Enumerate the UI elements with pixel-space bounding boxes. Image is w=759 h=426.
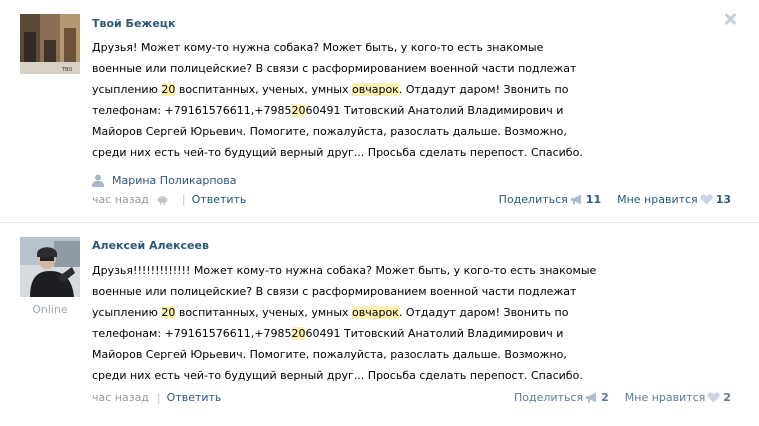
- svg-text:TBO: TBO: [61, 67, 72, 73]
- author-name[interactable]: Твой Бежецк: [92, 17, 175, 30]
- share-button[interactable]: Поделиться 11: [499, 193, 601, 206]
- share-label: Поделиться: [498, 192, 568, 206]
- post-text-line: телефонам: +79161576611,+79852060491 Тит…: [92, 323, 612, 344]
- search-highlight: 20: [291, 327, 306, 340]
- post-text: Друзья!!!!!!!!!!!!! Может кому-то нужна …: [92, 260, 612, 386]
- heart-icon: [707, 392, 720, 402]
- post-text-line: Друзья!!!!!!!!!!!!! Может кому-то нужна …: [92, 264, 597, 277]
- post-meta: час назад | Ответить: [92, 390, 221, 404]
- search-highlight: 20: [161, 306, 176, 319]
- online-status: Online: [32, 303, 68, 316]
- post-text-line: телефонам: +79161576611,+79852060491 Тит…: [92, 100, 612, 121]
- post-text-line: усыплению 20 воспитанных, ученых, умных …: [92, 79, 612, 100]
- avatar[interactable]: [20, 237, 80, 297]
- post-time[interactable]: час назад: [92, 193, 149, 206]
- post-time[interactable]: час назад: [92, 391, 149, 404]
- separator: |: [181, 192, 186, 206]
- post-text-line: Друзья! Может кому-то нужна собака? Може…: [92, 41, 544, 54]
- signer-link[interactable]: Марина Поликарпова: [112, 174, 237, 187]
- share-count: 11: [585, 192, 602, 206]
- post-actions: Поделиться 11 Мне нравится 13: [499, 192, 731, 206]
- text-segment: . Отдадут даром! Звонить по: [398, 306, 569, 319]
- text-segment: усыплению: [92, 83, 162, 96]
- post-text-line: среди них есть чей-то будущий верный дру…: [92, 369, 583, 382]
- post-text-line: военные или полицейские? В связи с расфо…: [92, 285, 577, 298]
- like-label: Мне нравится: [624, 390, 706, 404]
- heart-icon: [700, 194, 713, 204]
- post-text-line: Майоров Сергей Юрьевич. Помогите, пожалу…: [92, 125, 567, 138]
- post-2: Online Алексей Алексеев Друзья!!!!!!!!!!…: [0, 222, 759, 426]
- post-meta: час назад | Ответить: [92, 192, 246, 206]
- search-highlight: 20: [291, 104, 306, 117]
- text-segment: телефонам: +79161576611,+7985: [92, 327, 292, 340]
- like-button[interactable]: Мне нравится 2: [625, 391, 731, 404]
- post-text-line: усыплению 20 воспитанных, ученых, умных …: [92, 302, 612, 323]
- like-count: 2: [723, 390, 731, 404]
- post-actions: Поделиться 2 Мне нравится 2: [514, 390, 731, 404]
- text-segment: 60491 Титовский Анатолий Владимирович и: [305, 104, 564, 117]
- text-segment: 60491 Титовский Анатолий Владимирович и: [305, 327, 564, 340]
- text-segment: воспитанных, ученых, умных: [175, 306, 353, 319]
- avatar[interactable]: TBO: [20, 14, 80, 74]
- person-icon: [92, 174, 104, 187]
- reply-link[interactable]: Ответить: [167, 391, 222, 404]
- separator: |: [156, 390, 161, 404]
- search-highlight: овчарок: [352, 306, 399, 319]
- android-icon: [157, 195, 168, 205]
- search-highlight: овчарок: [352, 83, 399, 96]
- signer: Марина Поликарпова: [92, 172, 237, 188]
- post-text-line: Майоров Сергей Юрьевич. Помогите, пожалу…: [92, 348, 567, 361]
- close-icon[interactable]: [723, 12, 737, 26]
- author-name[interactable]: Алексей Алексеев: [92, 239, 209, 252]
- post-text-line: среди них есть чей-то будущий верный дру…: [92, 146, 583, 159]
- like-count: 13: [715, 192, 731, 206]
- text-segment: . Отдадут даром! Звонить по: [398, 83, 569, 96]
- search-highlight: 20: [161, 83, 176, 96]
- megaphone-icon: [586, 392, 597, 402]
- text-segment: усыплению: [92, 306, 162, 319]
- share-count: 2: [601, 390, 609, 404]
- post-text-line: военные или полицейские? В связи с расфо…: [92, 62, 577, 75]
- post-1: TBO Твой Бежецк Друзья! Может кому-то ну…: [0, 0, 759, 222]
- reply-link[interactable]: Ответить: [192, 193, 247, 206]
- share-button[interactable]: Поделиться 2: [514, 391, 609, 404]
- like-label: Мне нравится: [617, 192, 698, 206]
- text-segment: воспитанных, ученых, умных: [175, 83, 353, 96]
- like-button[interactable]: Мне нравится 13: [617, 193, 731, 206]
- share-label: Поделиться: [513, 390, 584, 404]
- megaphone-icon: [570, 194, 581, 204]
- post-text: Друзья! Может кому-то нужна собака? Може…: [92, 37, 612, 163]
- text-segment: телефонам: +79161576611,+7985: [92, 104, 292, 117]
